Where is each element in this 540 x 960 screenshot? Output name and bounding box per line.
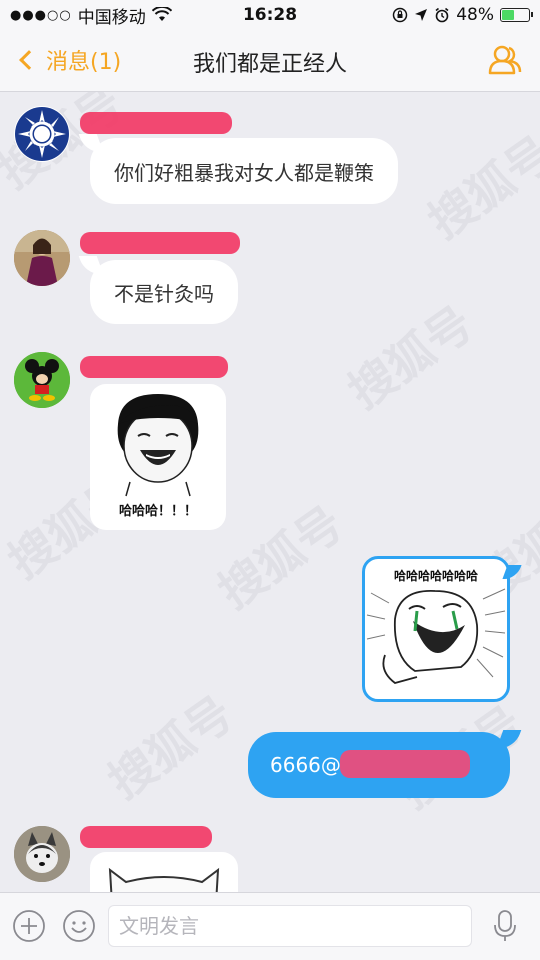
- orientation-lock-icon: [392, 7, 408, 23]
- redacted-mention: [340, 750, 470, 778]
- battery-icon: [500, 8, 533, 22]
- signal-strength-icon: ●●●○○: [10, 7, 72, 23]
- avatar[interactable]: [14, 230, 70, 286]
- alarm-icon: [435, 7, 449, 23]
- carrier-name: 中国移动: [77, 7, 146, 28]
- watermark: 搜狐号: [208, 495, 353, 620]
- wifi-icon: [151, 7, 172, 21]
- watermark: 搜狐号: [338, 295, 483, 420]
- location-icon: [415, 9, 428, 21]
- watermark: 搜狐号: [98, 685, 243, 810]
- redacted-nickname: [80, 112, 232, 134]
- person-avatar-icon: [14, 230, 70, 286]
- dog-avatar-icon: [14, 826, 70, 882]
- message-bubble[interactable]: 不是针灸吗: [90, 260, 238, 324]
- input-bar: [0, 892, 540, 960]
- redacted-nickname: [80, 356, 228, 378]
- chat-area[interactable]: 搜狐号 搜狐号 搜狐号 搜狐号 搜狐号 搜狐号 搜狐号 搜狐号 你们好粗暴我对女…: [0, 92, 540, 892]
- meme-caption: 哈哈哈！！！: [118, 504, 197, 519]
- status-left: ●●●○○ 中国移动: [10, 3, 172, 28]
- message-text: 不是针灸吗: [114, 281, 214, 306]
- status-right: 48%: [392, 5, 533, 25]
- message-input[interactable]: [119, 914, 471, 938]
- group-members-icon[interactable]: [488, 44, 522, 76]
- avatar[interactable]: [14, 826, 70, 882]
- emoji-icon[interactable]: [62, 909, 96, 943]
- watermark: 搜狐号: [418, 125, 540, 250]
- message-input-container[interactable]: [108, 905, 472, 947]
- cat-meme-image: [108, 867, 220, 892]
- battery-level: [502, 10, 515, 20]
- nav-bar: 消息(1) 我们都是正经人: [0, 30, 540, 92]
- image-message[interactable]: 哈哈哈！！！: [90, 384, 226, 530]
- avatar[interactable]: [14, 352, 70, 408]
- image-message-outgoing[interactable]: 哈哈哈哈哈哈哈: [362, 556, 510, 702]
- status-bar: ●●●○○ 中国移动 16:28 48%: [0, 0, 540, 30]
- redacted-nickname: [80, 232, 240, 254]
- mouse-cartoon-icon: [14, 352, 70, 408]
- emblem-avatar-icon: [15, 107, 69, 161]
- message-text: 6666@: [270, 753, 341, 777]
- redacted-nickname: [80, 826, 212, 848]
- message-text: 你们好粗暴我对女人都是鞭策: [114, 160, 374, 185]
- image-message[interactable]: [90, 852, 238, 892]
- rage-face-meme-image: [366, 588, 506, 684]
- message-bubble[interactable]: 你们好粗暴我对女人都是鞭策: [90, 138, 398, 204]
- chat-title: 我们都是正经人: [192, 52, 347, 77]
- avatar[interactable]: [14, 106, 70, 162]
- battery-percent: 48%: [456, 5, 494, 25]
- microphone-icon[interactable]: [490, 909, 520, 943]
- add-attachment-icon[interactable]: [12, 909, 46, 943]
